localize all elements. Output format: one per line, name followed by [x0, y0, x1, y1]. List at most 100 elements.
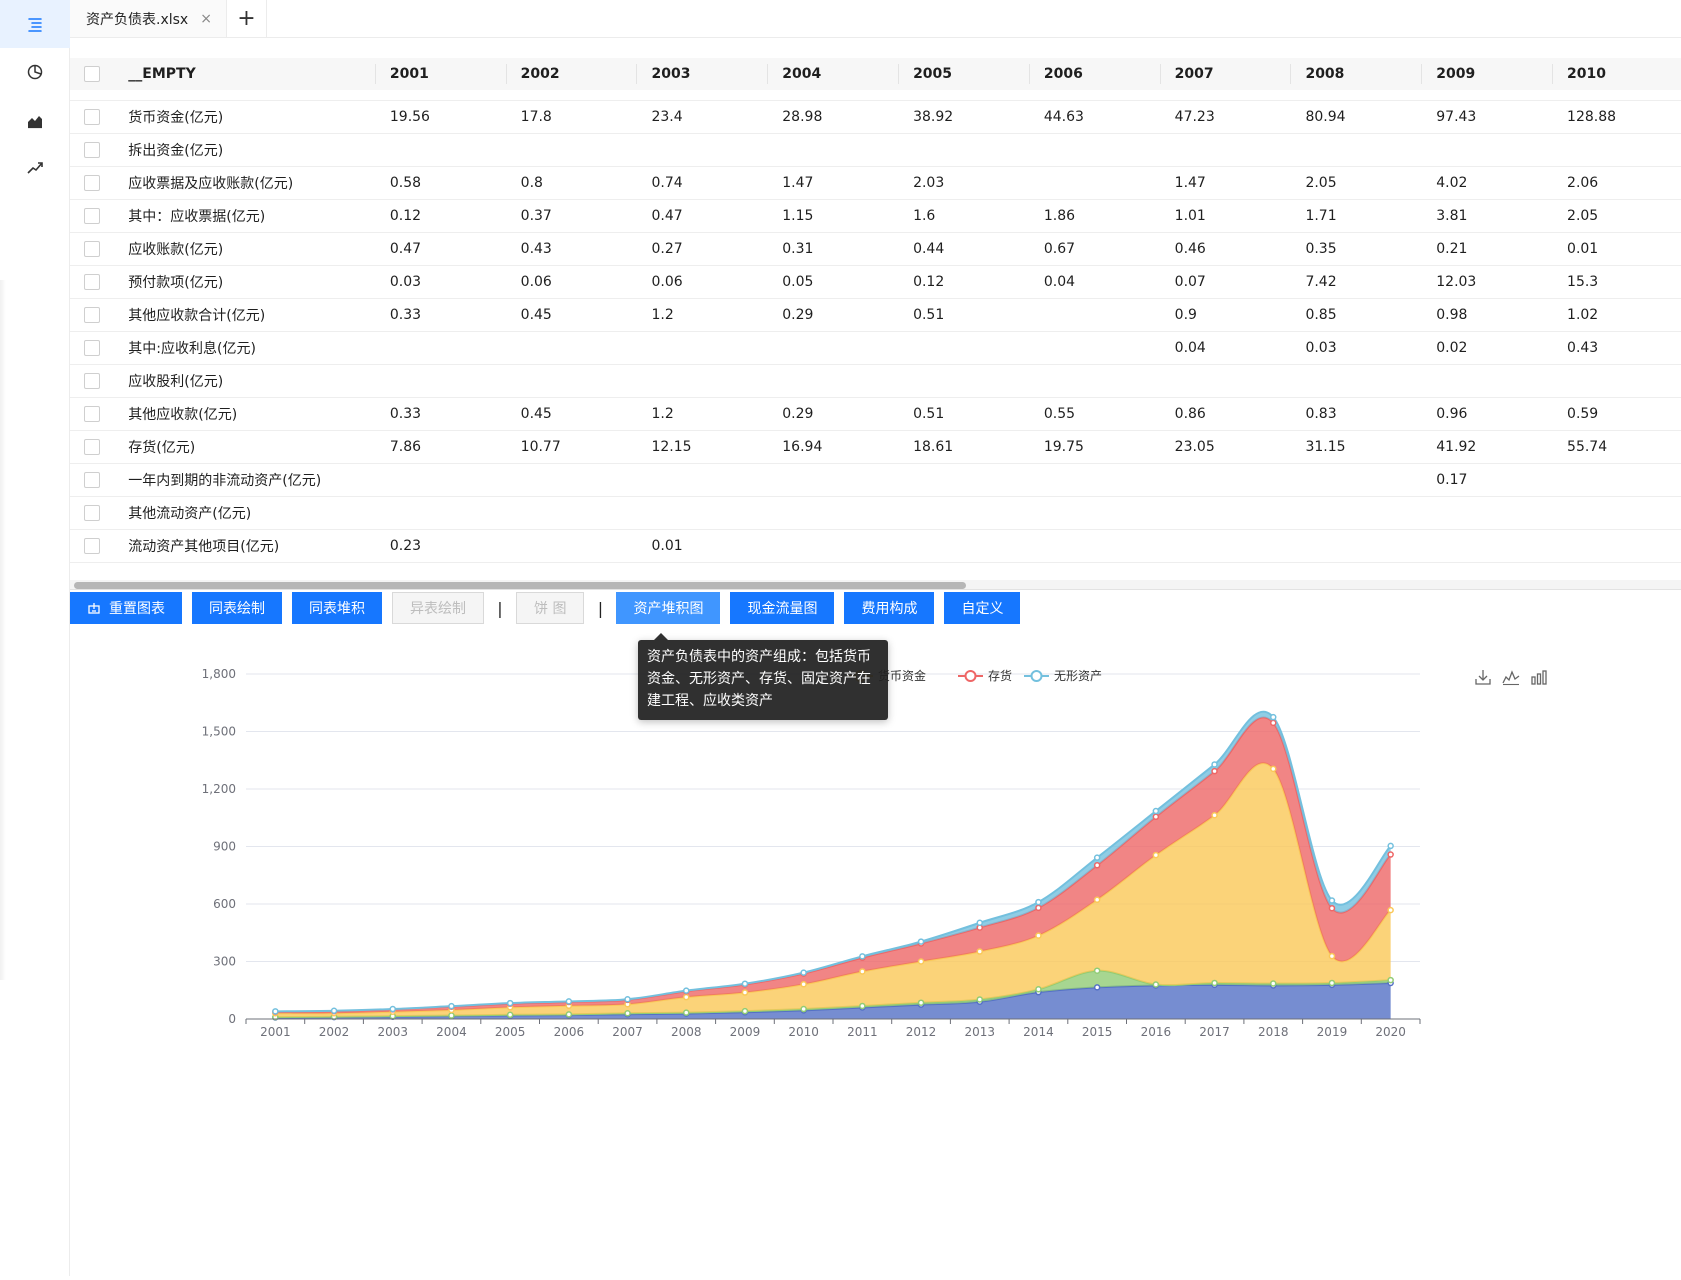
data-point[interactable]: [683, 1009, 690, 1016]
table-cell[interactable]: [506, 463, 638, 497]
table-row[interactable]: 应收账款(亿元) 0.47 0.43 0.27 0.31 0.44 0.67 0.46 0.35…: [70, 232, 1681, 266]
data-point[interactable]: [1152, 981, 1160, 988]
table-cell[interactable]: 2.03: [899, 166, 1030, 200]
legend-item-inventory[interactable]: 存货: [958, 667, 1012, 684]
table-cell[interactable]: 0.85: [1291, 298, 1423, 332]
row-label[interactable]: 应收账款(亿元): [114, 232, 376, 266]
table-cell[interactable]: 44.63: [1029, 100, 1161, 134]
table-cell[interactable]: 0.21: [1422, 232, 1554, 266]
table-cell[interactable]: 0.43: [1553, 331, 1681, 365]
data-point[interactable]: [448, 1002, 455, 1010]
table-cell[interactable]: [1291, 529, 1423, 563]
table-cell[interactable]: 16.94: [768, 430, 900, 464]
table-row[interactable]: 其中:应收利息(亿元) 0.04 0.03 0.02 0.43: [70, 331, 1681, 365]
table-cell[interactable]: [768, 364, 900, 398]
data-point[interactable]: [1270, 719, 1277, 727]
table-row[interactable]: 拆出资金(亿元): [70, 133, 1681, 167]
table-cell[interactable]: 10.77: [506, 430, 638, 464]
sidebar-item-pie[interactable]: [0, 48, 70, 96]
row-label[interactable]: 其中:应收利息(亿元): [114, 331, 376, 365]
table-cell[interactable]: 0.02: [1422, 331, 1554, 365]
table-row[interactable]: 应收票据及应收账款(亿元) 0.58 0.8 0.74 1.47 2.03 1.47 2.05…: [70, 166, 1681, 200]
table-cell[interactable]: [768, 496, 900, 530]
table-cell[interactable]: [768, 463, 900, 497]
table-cell[interactable]: [1553, 463, 1681, 497]
table-cell[interactable]: 0.23: [375, 529, 507, 563]
table-cell[interactable]: [899, 463, 1030, 497]
table-cell[interactable]: [1029, 166, 1161, 200]
table-cell[interactable]: 47.23: [1160, 100, 1292, 134]
table-cell[interactable]: 0.47: [637, 199, 769, 233]
table-cell[interactable]: 7.42: [1291, 265, 1423, 299]
row-label[interactable]: 货币资金(亿元): [114, 100, 376, 134]
table-cell[interactable]: 2.05: [1291, 166, 1423, 200]
table-cell[interactable]: [899, 331, 1030, 365]
table-cell[interactable]: [1553, 496, 1681, 530]
table-cell[interactable]: 0.45: [506, 397, 638, 431]
table-cell[interactable]: 0.03: [375, 265, 507, 299]
table-cell[interactable]: 0.33: [375, 397, 507, 431]
table-cell[interactable]: [899, 529, 1030, 563]
table-cell[interactable]: 0.86: [1160, 397, 1292, 431]
row-checkbox[interactable]: [84, 108, 101, 125]
save-image-tool[interactable]: [1474, 668, 1494, 688]
table-cell[interactable]: [375, 463, 507, 497]
data-point[interactable]: [976, 948, 983, 955]
table-cell[interactable]: 28.98: [768, 100, 900, 134]
column-header[interactable]: 2006: [1029, 58, 1161, 90]
row-checkbox[interactable]: [84, 273, 101, 290]
data-point[interactable]: [330, 1007, 338, 1015]
table-cell[interactable]: 18.61: [899, 430, 1030, 464]
table-cell[interactable]: 15.3: [1553, 265, 1681, 299]
data-point[interactable]: [1152, 851, 1160, 859]
table-cell[interactable]: [506, 529, 638, 563]
table-cell[interactable]: 0.01: [637, 529, 769, 563]
table-cell[interactable]: [1553, 529, 1681, 563]
table-cell[interactable]: 1.2: [637, 397, 769, 431]
row-checkbox[interactable]: [84, 471, 101, 488]
table-cell[interactable]: [1291, 133, 1423, 167]
table-cell[interactable]: 0.8: [506, 166, 638, 200]
table-cell[interactable]: 1.47: [1160, 166, 1292, 200]
table-cell[interactable]: [1029, 133, 1161, 167]
close-icon[interactable]: ×: [200, 11, 212, 27]
data-point[interactable]: [624, 996, 631, 1003]
table-cell[interactable]: [1160, 529, 1292, 563]
column-header[interactable]: 2009: [1422, 58, 1554, 90]
table-cell[interactable]: 0.43: [506, 232, 638, 266]
table-row[interactable]: 货币资金(亿元) 19.56 17.8 23.4 28.98 38.92 44.63 47.2…: [70, 100, 1681, 134]
table-row[interactable]: 其他流动资产(亿元): [70, 496, 1681, 530]
table-cell[interactable]: [1029, 496, 1161, 530]
table-cell[interactable]: 80.94: [1291, 100, 1423, 134]
table-row[interactable]: 其他应收款合计(亿元) 0.33 0.45 1.2 0.29 0.51 0.9 0.85 0.9…: [70, 298, 1681, 332]
table-row[interactable]: 其中：应收票据(亿元) 0.12 0.37 0.47 1.15 1.6 1.86 1.01 1.…: [70, 199, 1681, 233]
table-cell[interactable]: [1553, 364, 1681, 398]
data-point[interactable]: [448, 1012, 455, 1019]
data-point[interactable]: [917, 938, 925, 945]
data-point[interactable]: [1211, 761, 1218, 768]
data-point[interactable]: [1211, 767, 1218, 775]
data-point[interactable]: [976, 919, 983, 927]
table-cell[interactable]: 0.06: [506, 265, 638, 299]
table-cell[interactable]: [1422, 364, 1554, 398]
table-row[interactable]: 其他应收款(亿元) 0.33 0.45 1.2 0.29 0.51 0.55 0.86 0.83…: [70, 397, 1681, 431]
table-row[interactable]: 应收股利(亿元): [70, 364, 1681, 398]
table-cell[interactable]: [1291, 463, 1423, 497]
table-cell[interactable]: [1422, 133, 1554, 167]
select-all-checkbox[interactable]: [84, 66, 101, 82]
table-cell[interactable]: 23.05: [1160, 430, 1292, 464]
data-point[interactable]: [506, 999, 514, 1007]
data-point[interactable]: [741, 989, 749, 996]
row-checkbox[interactable]: [84, 207, 101, 224]
data-point[interactable]: [1328, 904, 1336, 912]
table-cell[interactable]: [637, 133, 769, 167]
table-cell[interactable]: 38.92: [899, 100, 1030, 134]
data-point[interactable]: [1387, 976, 1394, 984]
table-cell[interactable]: [375, 133, 507, 167]
data-point[interactable]: [1328, 979, 1336, 987]
line-view-tool[interactable]: [1502, 668, 1522, 688]
data-point[interactable]: [565, 998, 573, 1005]
row-label[interactable]: 应收股利(亿元): [114, 364, 376, 398]
table-cell[interactable]: 0.01: [1553, 232, 1681, 266]
table-cell[interactable]: 97.43: [1422, 100, 1554, 134]
